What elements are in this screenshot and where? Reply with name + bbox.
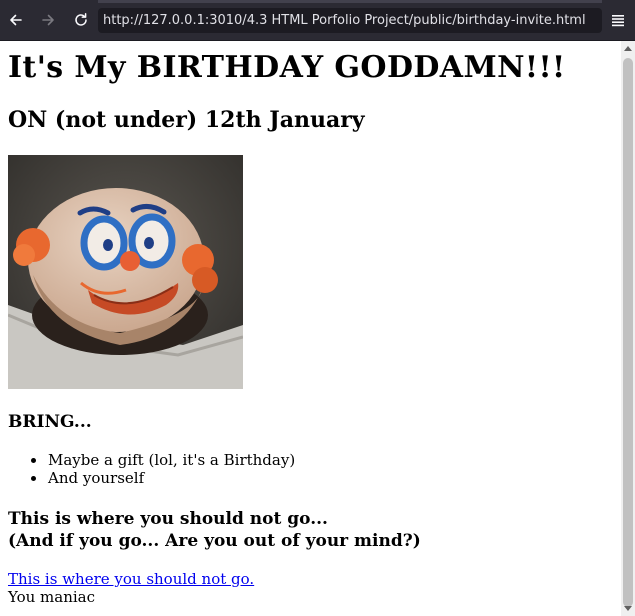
scroll-up-arrow-icon[interactable]: [624, 46, 632, 51]
bring-heading: BRING...: [8, 412, 92, 432]
browser-toolbar: http://127.0.0.1:3010/4.3 HTML Porfolio …: [0, 0, 635, 41]
back-button[interactable]: [5, 9, 27, 31]
reload-button[interactable]: [70, 9, 92, 31]
warning-line-1: This is where you should not go...: [8, 509, 328, 529]
url-text: http://127.0.0.1:3010/4.3 HTML Porfolio …: [103, 13, 586, 28]
page-heading: It's My BIRTHDAY GODDAMN!!!: [8, 50, 566, 85]
footer-text: You maniac: [8, 588, 96, 606]
forbidden-link[interactable]: This is where you should not go.: [8, 570, 254, 588]
warning-line-2: (And if you go... Are you out of your mi…: [8, 531, 421, 551]
list-item: Maybe a gift (lol, it's a Birthday): [30, 451, 296, 469]
tab-strip-edge: [98, 0, 602, 3]
vertical-scrollbar[interactable]: [621, 41, 635, 616]
date-heading: ON (not under) 12th January: [8, 107, 365, 133]
scroll-thumb[interactable]: [623, 58, 633, 607]
page-viewport: It's My BIRTHDAY GODDAMN!!! ON (not unde…: [0, 41, 621, 616]
forward-button[interactable]: [37, 9, 59, 31]
hamburger-menu-icon: [612, 15, 624, 27]
back-arrow-icon: [10, 14, 22, 26]
forward-arrow-icon: [42, 14, 54, 26]
url-bar[interactable]: http://127.0.0.1:3010/4.3 HTML Porfolio …: [98, 8, 602, 33]
bring-list: Maybe a gift (lol, it's a Birthday) And …: [30, 451, 296, 487]
reload-icon: [75, 13, 87, 26]
list-item: And yourself: [30, 469, 295, 487]
menu-button[interactable]: [608, 12, 628, 30]
scroll-down-arrow-icon[interactable]: [624, 606, 632, 611]
warning-heading: This is where you should not go... (And …: [8, 508, 421, 552]
clown-cake-image: [8, 155, 243, 389]
